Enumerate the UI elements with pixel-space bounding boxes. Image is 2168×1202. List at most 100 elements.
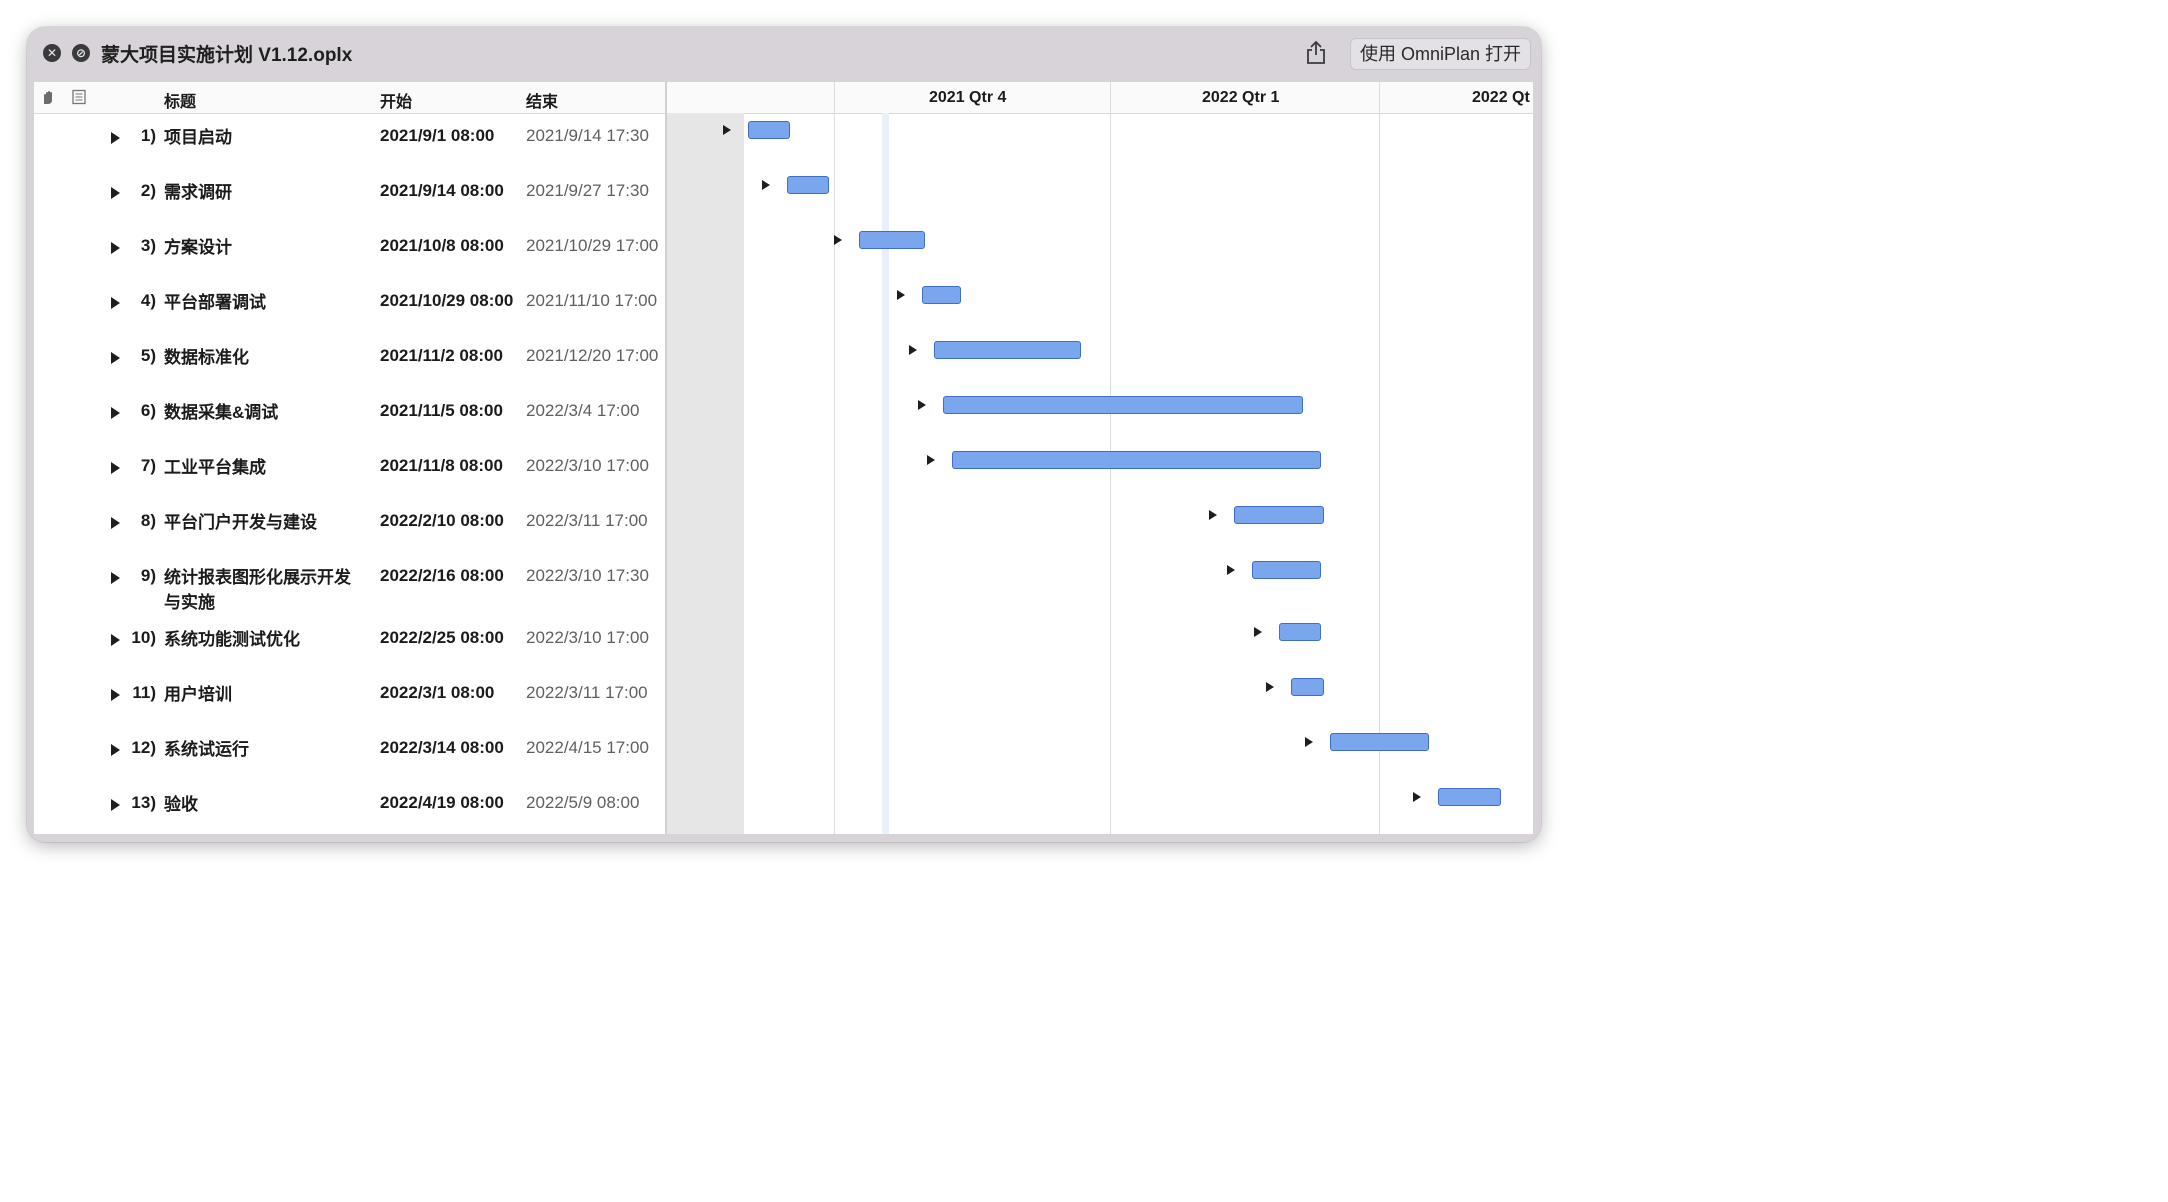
task-title[interactable]: 方案设计: [164, 235, 359, 260]
task-title[interactable]: 系统功能测试优化: [164, 627, 359, 652]
task-number: 2): [140, 181, 156, 200]
bar-disclosure-triangle-icon[interactable]: [1305, 737, 1313, 747]
task-row[interactable]: 6) 数据采集&调试 2021/11/5 08:00 2022/3/4 17:00: [34, 400, 665, 455]
task-end[interactable]: 2021/12/20 17:00: [526, 344, 666, 367]
task-bar[interactable]: [952, 451, 1321, 469]
task-title[interactable]: 验收: [164, 792, 359, 817]
task-title[interactable]: 用户培训: [164, 682, 359, 707]
task-bar[interactable]: [748, 121, 790, 139]
task-row[interactable]: 11) 用户培训 2022/3/1 08:00 2022/3/11 17:00: [34, 682, 665, 737]
task-row[interactable]: 10) 系统功能测试优化 2022/2/25 08:00 2022/3/10 17:0…: [34, 627, 665, 682]
task-bar[interactable]: [922, 286, 961, 304]
task-number: 7): [140, 456, 156, 475]
bar-disclosure-triangle-icon[interactable]: [1413, 792, 1421, 802]
task-end[interactable]: 2022/4/15 17:00: [526, 736, 666, 759]
task-start[interactable]: 2021/11/2 08:00: [380, 344, 520, 367]
timeline-header: 2021 Qtr 4 2022 Qtr 1 2022 Qt: [667, 82, 1533, 114]
task-title[interactable]: 数据采集&调试: [164, 400, 359, 425]
open-in-omniplan-button[interactable]: 使用 OmniPlan 打开: [1350, 38, 1532, 70]
task-bar[interactable]: [859, 231, 925, 249]
task-end[interactable]: 2022/3/11 17:00: [526, 509, 666, 532]
task-start[interactable]: 2021/10/29 08:00: [380, 289, 520, 312]
task-title[interactable]: 平台门户开发与建设: [164, 510, 359, 535]
task-row[interactable]: 4) 平台部署调试 2021/10/29 08:00 2021/11/10 17:00: [34, 290, 665, 345]
task-end[interactable]: 2022/3/10 17:30: [526, 564, 666, 587]
task-row[interactable]: 12) 系统试运行 2022/3/14 08:00 2022/4/15 17:00: [34, 737, 665, 792]
task-row[interactable]: 1) 项目启动 2021/9/1 08:00 2021/9/14 17:30: [34, 125, 665, 180]
bar-disclosure-triangle-icon[interactable]: [897, 290, 905, 300]
bar-disclosure-triangle-icon[interactable]: [1266, 682, 1274, 692]
hand-icon[interactable]: [40, 89, 56, 105]
today-marker: [882, 113, 889, 834]
task-row[interactable]: 7) 工业平台集成 2021/11/8 08:00 2022/3/10 17:00: [34, 455, 665, 510]
task-number: 9): [140, 566, 156, 585]
bar-disclosure-triangle-icon[interactable]: [1254, 627, 1262, 637]
task-end[interactable]: 2021/10/29 17:00: [526, 234, 666, 257]
task-end[interactable]: 2021/9/27 17:30: [526, 179, 666, 202]
bar-disclosure-triangle-icon[interactable]: [1227, 565, 1235, 575]
outline-and-gantt: 标题 开始 结束 1) 项目启动 2021/9/1 08:00 2021/9/14 1…: [34, 82, 1533, 834]
quarter-label: 2021 Qtr 4: [929, 89, 1007, 106]
bar-disclosure-triangle-icon[interactable]: [723, 125, 731, 135]
task-title[interactable]: 统计报表图形化展示开发与实施: [164, 565, 359, 615]
column-header-title[interactable]: 标题: [164, 88, 196, 112]
column-header-start[interactable]: 开始: [380, 88, 412, 112]
task-title[interactable]: 工业平台集成: [164, 455, 359, 480]
task-bar[interactable]: [1330, 733, 1429, 751]
bar-disclosure-triangle-icon[interactable]: [834, 235, 842, 245]
task-title[interactable]: 项目启动: [164, 125, 359, 150]
task-start[interactable]: 2021/9/1 08:00: [380, 124, 520, 147]
task-bar[interactable]: [1291, 678, 1324, 696]
task-start[interactable]: 2021/10/8 08:00: [380, 234, 520, 257]
outline-header: 标题 开始 结束: [34, 82, 665, 114]
task-bar[interactable]: [1252, 561, 1321, 579]
bar-disclosure-triangle-icon[interactable]: [1209, 510, 1217, 520]
bar-disclosure-triangle-icon[interactable]: [909, 345, 917, 355]
task-end[interactable]: 2022/3/10 17:00: [526, 454, 666, 477]
task-row[interactable]: 13) 验收 2022/4/19 08:00 2022/5/9 08:00: [34, 792, 665, 834]
task-bar[interactable]: [1438, 788, 1501, 806]
notes-icon[interactable]: [71, 89, 87, 105]
task-start[interactable]: 2021/9/14 08:00: [380, 179, 520, 202]
task-start[interactable]: 2022/2/25 08:00: [380, 626, 520, 649]
task-end[interactable]: 2022/3/11 17:00: [526, 681, 666, 704]
task-start[interactable]: 2021/11/8 08:00: [380, 454, 520, 477]
task-start[interactable]: 2021/11/5 08:00: [380, 399, 520, 422]
task-bar[interactable]: [1234, 506, 1324, 524]
task-title[interactable]: 需求调研: [164, 180, 359, 205]
task-start[interactable]: 2022/3/1 08:00: [380, 681, 520, 704]
task-number: 12): [131, 738, 156, 757]
quarter-tick: [1379, 82, 1380, 113]
task-start[interactable]: 2022/4/19 08:00: [380, 791, 520, 814]
task-end[interactable]: 2022/3/4 17:00: [526, 399, 666, 422]
task-bar[interactable]: [787, 176, 829, 194]
task-end[interactable]: 2022/3/10 17:00: [526, 626, 666, 649]
task-title[interactable]: 系统试运行: [164, 737, 359, 762]
bar-disclosure-triangle-icon[interactable]: [927, 455, 935, 465]
task-bar[interactable]: [934, 341, 1081, 359]
close-icon[interactable]: ✕: [43, 44, 61, 62]
task-row[interactable]: 5) 数据标准化 2021/11/2 08:00 2021/12/20 17:00: [34, 345, 665, 400]
task-start[interactable]: 2022/2/10 08:00: [380, 509, 520, 532]
task-row[interactable]: 2) 需求调研 2021/9/14 08:00 2021/9/27 17:30: [34, 180, 665, 235]
task-bar[interactable]: [1279, 623, 1321, 641]
bar-disclosure-triangle-icon[interactable]: [762, 180, 770, 190]
task-title[interactable]: 平台部署调试: [164, 290, 359, 315]
quarter-tick: [834, 82, 835, 113]
task-row[interactable]: 3) 方案设计 2021/10/8 08:00 2021/10/29 17:00: [34, 235, 665, 290]
task-row[interactable]: 8) 平台门户开发与建设 2022/2/10 08:00 2022/3/11 17:0…: [34, 510, 665, 565]
task-end[interactable]: 2022/5/9 08:00: [526, 791, 666, 814]
bar-disclosure-triangle-icon[interactable]: [918, 400, 926, 410]
task-title[interactable]: 数据标准化: [164, 345, 359, 370]
share-icon[interactable]: [1305, 39, 1327, 65]
block-icon[interactable]: ⊘: [72, 44, 90, 62]
task-row[interactable]: 9) 统计报表图形化展示开发与实施 2022/2/16 08:00 2022/3/10…: [34, 565, 665, 628]
quarter-gridline: [1379, 113, 1380, 834]
task-bar[interactable]: [943, 396, 1303, 414]
quarter-gridline: [1110, 113, 1111, 834]
column-header-end[interactable]: 结束: [526, 88, 558, 112]
task-end[interactable]: 2021/9/14 17:30: [526, 124, 666, 147]
task-start[interactable]: 2022/2/16 08:00: [380, 564, 520, 587]
task-start[interactable]: 2022/3/14 08:00: [380, 736, 520, 759]
task-end[interactable]: 2021/11/10 17:00: [526, 289, 666, 312]
